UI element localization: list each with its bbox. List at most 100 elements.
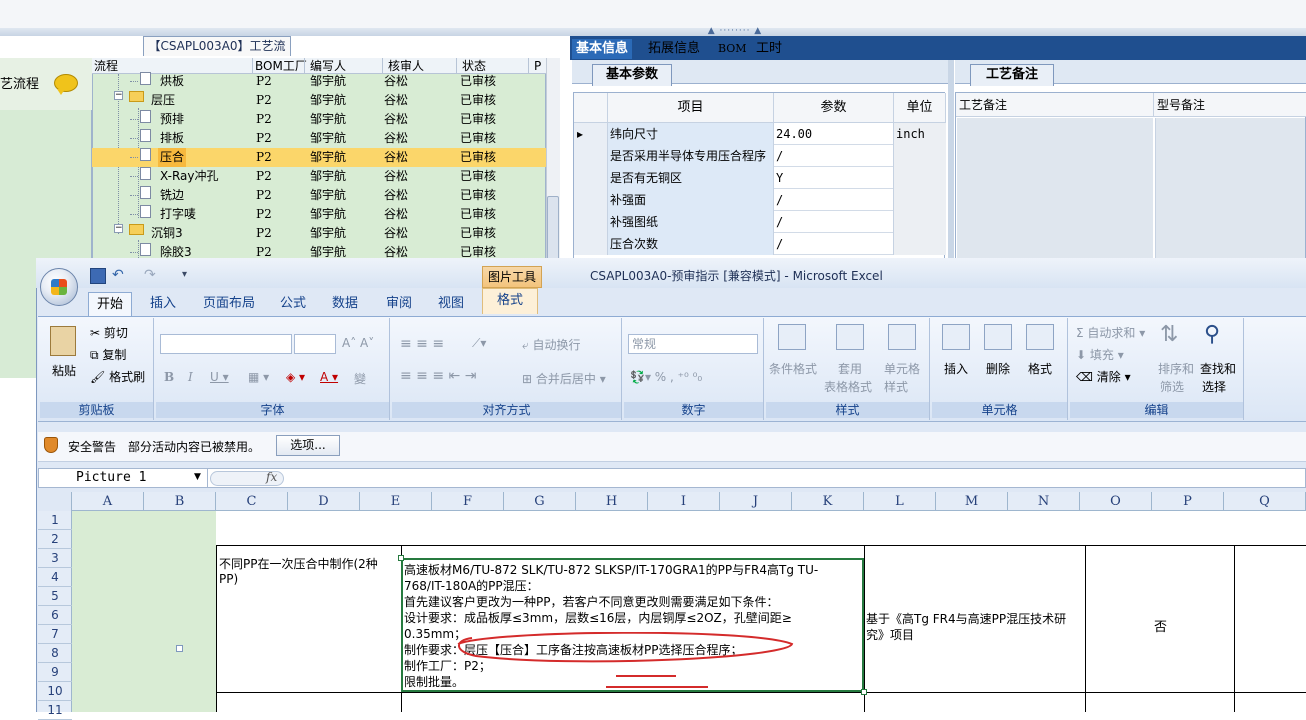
- find-select-a[interactable]: 查找和: [1200, 360, 1236, 377]
- conditional-format-button[interactable]: 条件格式: [769, 360, 817, 377]
- tree-row[interactable]: − 沉铜3 P2 邹宇航 谷松 已审核: [92, 224, 546, 243]
- column-header[interactable]: B: [144, 492, 216, 511]
- param-value[interactable]: /: [774, 233, 894, 255]
- column-header[interactable]: I: [648, 492, 720, 511]
- tree-row[interactable]: − 层压 P2 邹宇航 谷松 已审核: [92, 91, 546, 110]
- resize-handle[interactable]: [861, 689, 867, 695]
- ribbon-tab-data[interactable]: 数据: [332, 292, 358, 316]
- cell-styles-icon[interactable]: [888, 324, 916, 350]
- cell-styles-a[interactable]: 单元格: [884, 360, 920, 377]
- cell-c3-line2[interactable]: PP): [219, 571, 238, 588]
- row-header[interactable]: 7: [38, 625, 72, 644]
- row-header[interactable]: 8: [38, 644, 72, 663]
- italic-icon[interactable]: I: [188, 370, 193, 384]
- tree-row[interactable]: 压合 P2 邹宇航 谷松 已审核: [92, 148, 546, 167]
- redo-icon[interactable]: ↷: [144, 268, 160, 284]
- ribbon-tab-view[interactable]: 视图: [438, 292, 464, 316]
- column-header[interactable]: O: [1080, 492, 1152, 511]
- column-header[interactable]: E: [360, 492, 432, 511]
- column-header[interactable]: F: [432, 492, 504, 511]
- process-notes-area[interactable]: [957, 118, 1153, 258]
- nav-process-flow[interactable]: 艺流程: [0, 73, 39, 92]
- cell-l3-line2[interactable]: 究》项目: [866, 627, 914, 644]
- undo-icon[interactable]: ↶: [112, 268, 128, 284]
- param-row[interactable]: 补强图纸 /: [574, 211, 946, 233]
- column-header[interactable]: H: [576, 492, 648, 511]
- param-value[interactable]: Y: [774, 167, 894, 189]
- param-value[interactable]: 24.00: [774, 123, 894, 145]
- row-header[interactable]: 1: [38, 511, 72, 530]
- column-header[interactable]: K: [792, 492, 864, 511]
- sort-filter-icon[interactable]: ⇅: [1160, 322, 1178, 347]
- ribbon-tab-home[interactable]: 开始: [88, 292, 133, 316]
- ribbon-tab-review[interactable]: 审阅: [386, 292, 412, 316]
- tree-row[interactable]: 铣边 P2 邹宇航 谷松 已审核: [92, 186, 546, 205]
- param-value[interactable]: /: [774, 145, 894, 167]
- copy-button[interactable]: ⧉ 复制: [90, 346, 126, 363]
- format-cells-icon[interactable]: [1026, 324, 1054, 350]
- tab-extended-info[interactable]: 拓展信息: [648, 39, 700, 59]
- cell-l3-line1[interactable]: 基于《高Tg FR4与高速PP混压技术研: [866, 611, 1066, 628]
- param-row[interactable]: ▸ 纬向尺寸 24.00 inch: [574, 123, 946, 145]
- row-header[interactable]: 5: [38, 587, 72, 606]
- ribbon-tab-page-layout[interactable]: 页面布局: [203, 292, 255, 316]
- param-value[interactable]: /: [774, 189, 894, 211]
- insert-cells-icon[interactable]: [942, 324, 970, 350]
- tab-work-hours[interactable]: 工时: [756, 39, 782, 59]
- model-notes-area[interactable]: [1155, 118, 1305, 258]
- chat-bubble-icon[interactable]: [54, 74, 78, 95]
- name-box[interactable]: Picture 1: [40, 469, 208, 487]
- row-header[interactable]: 10: [38, 682, 72, 701]
- insert-cells-button[interactable]: 插入: [944, 360, 968, 377]
- column-header[interactable]: M: [936, 492, 1008, 511]
- cell-styles-b[interactable]: 样式: [884, 378, 908, 395]
- row-header[interactable]: 3: [38, 549, 72, 568]
- tab-basic-params[interactable]: 基本参数: [592, 64, 672, 86]
- splitter-strip[interactable]: [0, 28, 1306, 36]
- fill-color-icon[interactable]: ◈ ▾: [286, 370, 305, 384]
- options-button[interactable]: 选项...: [276, 435, 340, 456]
- expand-icon[interactable]: −: [114, 224, 123, 233]
- selected-picture-frame[interactable]: [401, 558, 864, 692]
- align-top-icon[interactable]: ≡ ≡ ≡: [400, 336, 444, 352]
- sort-filter-a[interactable]: 排序和: [1158, 360, 1194, 377]
- orientation-icon[interactable]: ⟋▾: [472, 336, 486, 351]
- column-header[interactable]: N: [1008, 492, 1080, 511]
- tree-row[interactable]: 打字唛 P2 邹宇航 谷松 已审核: [92, 205, 546, 224]
- column-header[interactable]: J: [720, 492, 792, 511]
- tab-process-notes[interactable]: 工艺备注: [970, 64, 1054, 86]
- resize-handle[interactable]: [398, 555, 404, 561]
- grow-font-icon[interactable]: A˄ A˅: [342, 336, 374, 350]
- tree-row[interactable]: 预排 P2 邹宇航 谷松 已审核: [92, 110, 546, 129]
- font-size-combo[interactable]: [294, 334, 336, 354]
- conditional-format-icon[interactable]: [778, 324, 806, 350]
- align-left-icon[interactable]: ≡ ≡ ≡ ⇤ ⇥: [400, 368, 476, 384]
- format-as-table-a[interactable]: 套用: [838, 360, 862, 377]
- find-select-icon[interactable]: ⚲: [1204, 322, 1220, 347]
- row-header[interactable]: 9: [38, 663, 72, 682]
- delete-cells-button[interactable]: 删除: [986, 360, 1010, 377]
- autosum-button[interactable]: Σ 自动求和 ▾: [1076, 324, 1145, 341]
- params-col-item[interactable]: 项目: [608, 93, 774, 123]
- name-box-dropdown-icon[interactable]: ▼: [194, 472, 201, 482]
- number-format-combo[interactable]: 常规: [628, 334, 758, 354]
- ribbon-tab-format[interactable]: 格式: [482, 288, 539, 314]
- row-header[interactable]: 6: [38, 606, 72, 625]
- column-header[interactable]: L: [864, 492, 936, 511]
- phonetic-icon[interactable]: 變: [354, 370, 366, 387]
- underline-icon[interactable]: U ▾: [210, 370, 229, 384]
- fx-icon[interactable]: fx: [266, 470, 277, 484]
- param-value[interactable]: /: [774, 211, 894, 233]
- tree-row[interactable]: X-Ray冲孔 P2 邹宇航 谷松 已审核: [92, 167, 546, 186]
- panel-splitter[interactable]: [948, 60, 954, 260]
- tree-row[interactable]: 烘板 P2 邹宇航 谷松 已审核: [92, 72, 546, 91]
- paste-button[interactable]: 粘贴: [52, 362, 76, 379]
- ribbon-tab-insert[interactable]: 插入: [150, 292, 176, 316]
- border-icon[interactable]: ▦ ▾: [248, 370, 269, 384]
- cell-c3-line1[interactable]: 不同PP在一次压合中制作(2种: [219, 556, 378, 573]
- params-col-value[interactable]: 参数: [774, 93, 894, 123]
- param-row[interactable]: 是否有无铜区 Y: [574, 167, 946, 189]
- font-color-icon[interactable]: A ▾: [320, 370, 338, 384]
- tree-row[interactable]: 排板 P2 邹宇航 谷松 已审核: [92, 129, 546, 148]
- tab-bom[interactable]: BOM: [718, 39, 747, 59]
